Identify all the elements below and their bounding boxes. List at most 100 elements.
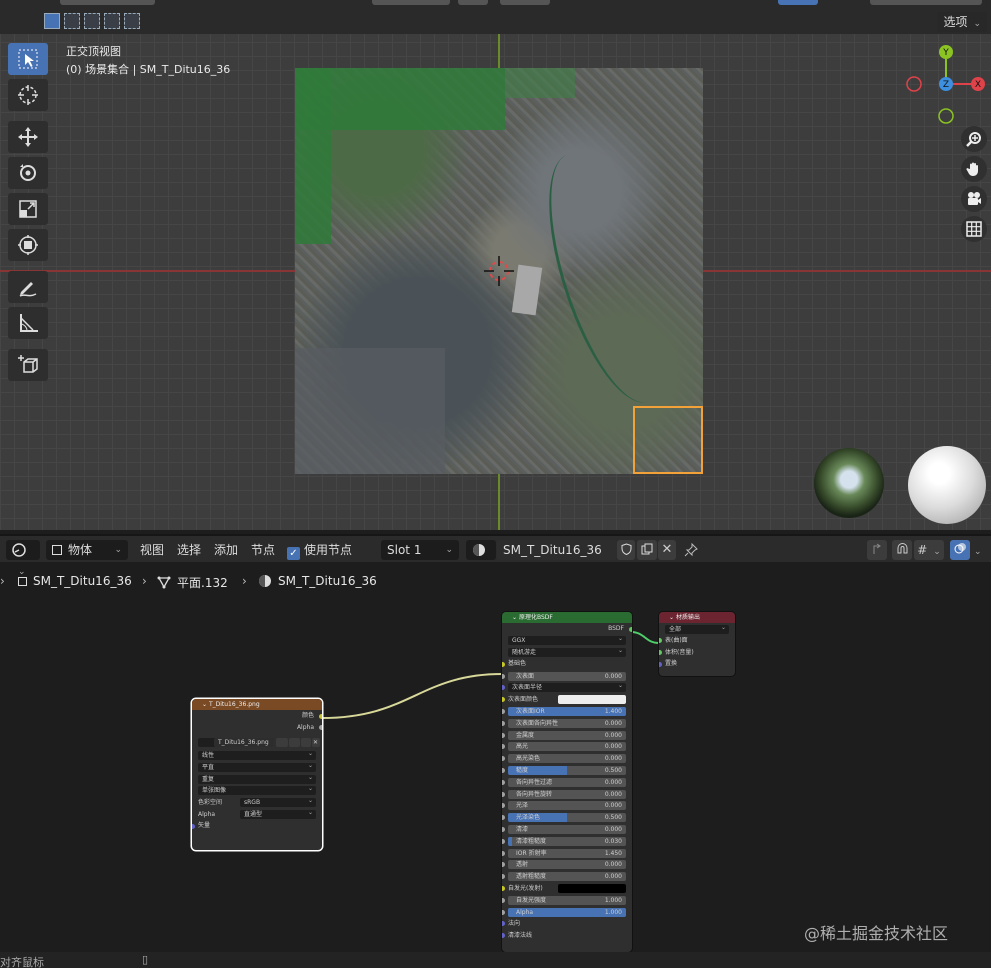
duplicate-material-button[interactable] <box>637 540 657 560</box>
navigation-gizmo[interactable]: Y X Z <box>904 42 988 126</box>
param-slider[interactable]: 高光染色 0.000 <box>508 754 626 764</box>
node-header[interactable]: ⌄ T_Ditu16_36.png <box>192 699 322 710</box>
material-name-field[interactable]: SM_T_Ditu16_36 <box>497 540 617 560</box>
param-slider[interactable]: 光泽 0.000 <box>508 801 626 811</box>
param-slider[interactable]: 透射 0.000 <box>508 860 626 870</box>
param-slider[interactable]: 光泽染色 0.500 <box>508 813 626 823</box>
extension-dropdown[interactable]: 重复 <box>198 773 316 784</box>
param-slider[interactable]: 透射粗糙度 0.000 <box>508 872 626 882</box>
param-slider[interactable]: 金属度 0.000 <box>508 730 626 740</box>
color-swatch[interactable] <box>558 695 626 705</box>
rotate-tool[interactable] <box>8 157 48 189</box>
header-control[interactable] <box>60 0 155 5</box>
socket-bsdf-output[interactable] <box>629 626 632 632</box>
menu-select[interactable]: 选择 <box>177 540 201 560</box>
param-slider[interactable]: 清漆 0.000 <box>508 825 626 835</box>
header-control[interactable] <box>778 0 818 5</box>
param-slider[interactable]: 自发光强度 1.000 <box>508 895 626 905</box>
param-slider[interactable]: Alpha 1.000 <box>508 907 626 917</box>
socket-clearcoat-normal-input[interactable] <box>502 933 505 939</box>
param-slider[interactable]: IOR 折射率 1.450 <box>508 848 626 858</box>
duplicate-image-button[interactable] <box>289 737 300 747</box>
target-dropdown[interactable]: 全部 <box>665 623 729 634</box>
socket-input[interactable] <box>502 886 505 892</box>
fake-user-button[interactable] <box>617 540 635 560</box>
use-nodes-toggle[interactable]: ✓ 使用节点 <box>287 540 352 560</box>
param-slider[interactable]: 糙度 0.500 <box>508 766 626 776</box>
socket-input[interactable] <box>502 874 505 880</box>
select-box-tool[interactable] <box>8 43 48 75</box>
material-browse-button[interactable] <box>466 540 496 560</box>
socket-input[interactable] <box>502 720 505 726</box>
overlay-toggle-button[interactable] <box>950 540 970 560</box>
socket-surface-input[interactable] <box>659 638 662 644</box>
select-extend-icon[interactable] <box>64 13 80 29</box>
color-swatch[interactable] <box>558 884 626 894</box>
add-cube-tool[interactable] <box>8 349 48 381</box>
snap-target-dropdown[interactable]: # ⌄ <box>914 540 944 560</box>
overlay-options-dropdown[interactable]: ⌄ <box>972 540 988 560</box>
socket-input[interactable] <box>502 791 505 797</box>
object-mode-dropdown[interactable]: 物体 ⌄ <box>46 540 128 560</box>
param-slider[interactable]: 次表面各向异性 0.000 <box>508 718 626 728</box>
selected-tile-outline[interactable] <box>633 406 703 474</box>
socket-input[interactable] <box>502 768 505 774</box>
material-output-node[interactable]: ⌄ 材质输出 全部 表(曲)面 体积(音量) 置换 <box>659 612 735 676</box>
measure-tool[interactable] <box>8 307 48 339</box>
socket-volume-input[interactable] <box>659 650 662 656</box>
menu-add[interactable]: 添加 <box>214 540 238 560</box>
param-slider[interactable]: 高光 0.000 <box>508 742 626 752</box>
options-dropdown[interactable]: 选项 ⌄ <box>937 12 987 32</box>
param-dropdown[interactable]: 次表面半径 <box>508 681 626 693</box>
header-control[interactable] <box>500 0 550 5</box>
subsurface-method-dropdown[interactable]: 随机游走 <box>508 646 626 658</box>
annotate-tool[interactable] <box>8 271 48 303</box>
projection-dropdown[interactable]: 平直 <box>198 761 316 772</box>
select-intersect-icon[interactable] <box>124 13 140 29</box>
socket-normal-input[interactable] <box>502 921 505 927</box>
source-dropdown[interactable]: 单张图像 <box>198 784 316 796</box>
socket-color-output[interactable] <box>319 713 322 719</box>
param-slider[interactable]: 各向异性旋转 0.000 <box>508 789 626 799</box>
pin-button[interactable] <box>684 540 700 560</box>
param-slider[interactable]: 次表面IOR 1.400 <box>508 707 626 717</box>
socket-input[interactable] <box>502 862 505 868</box>
parent-node-tree-button[interactable] <box>867 540 887 560</box>
slot-dropdown[interactable]: Slot 1 ⌄ <box>381 540 459 560</box>
camera-view-button[interactable] <box>961 186 987 212</box>
colorspace-dropdown[interactable]: sRGB <box>240 796 316 808</box>
shading-modes[interactable] <box>870 0 982 5</box>
node-editor-canvas[interactable]: ⌄ T_Ditu16_36.png 颜色 Alpha T_Ditu16_36.p… <box>0 596 991 952</box>
socket-input[interactable] <box>502 838 505 844</box>
socket-input[interactable] <box>502 779 505 785</box>
open-image-button[interactable] <box>301 737 311 747</box>
socket-input[interactable] <box>502 909 505 915</box>
menu-node[interactable]: 节点 <box>251 540 275 560</box>
unlink-image-button[interactable]: ✕ <box>312 737 320 747</box>
image-texture-node[interactable]: ⌄ T_Ditu16_36.png 颜色 Alpha T_Ditu16_36.p… <box>192 699 322 850</box>
socket-input[interactable] <box>502 803 505 809</box>
socket-alpha-output[interactable] <box>319 725 322 731</box>
3d-viewport[interactable]: 选项 ⌄ 正交顶视图 (0) 场景集合 | SM_T_Ditu16_36 Y X… <box>0 0 991 530</box>
move-tool[interactable] <box>8 121 48 153</box>
node-header[interactable]: ⌄ 材质输出 <box>659 612 735 623</box>
socket-input[interactable] <box>502 827 505 833</box>
zoom-button[interactable] <box>961 126 987 152</box>
socket-input[interactable] <box>502 732 505 738</box>
param-slider[interactable]: 次表面 0.000 <box>508 671 626 681</box>
header-control[interactable] <box>372 0 450 5</box>
3d-cursor-icon[interactable] <box>482 254 516 288</box>
scale-tool[interactable] <box>8 193 48 225</box>
socket-input[interactable] <box>502 673 505 679</box>
distribution-dropdown[interactable]: GGX <box>508 634 626 646</box>
select-new-icon[interactable] <box>44 13 60 29</box>
cursor-tool[interactable] <box>8 79 48 111</box>
header-control[interactable] <box>458 0 488 5</box>
editor-type-dropdown[interactable]: ⌄ <box>6 540 40 577</box>
select-invert-icon[interactable] <box>104 13 120 29</box>
fake-user-button[interactable] <box>276 737 288 747</box>
socket-input[interactable] <box>502 756 505 762</box>
menu-view[interactable]: 视图 <box>140 540 164 560</box>
param-slider[interactable]: 清漆粗糙度 0.030 <box>508 836 626 846</box>
socket-input[interactable] <box>502 815 505 821</box>
